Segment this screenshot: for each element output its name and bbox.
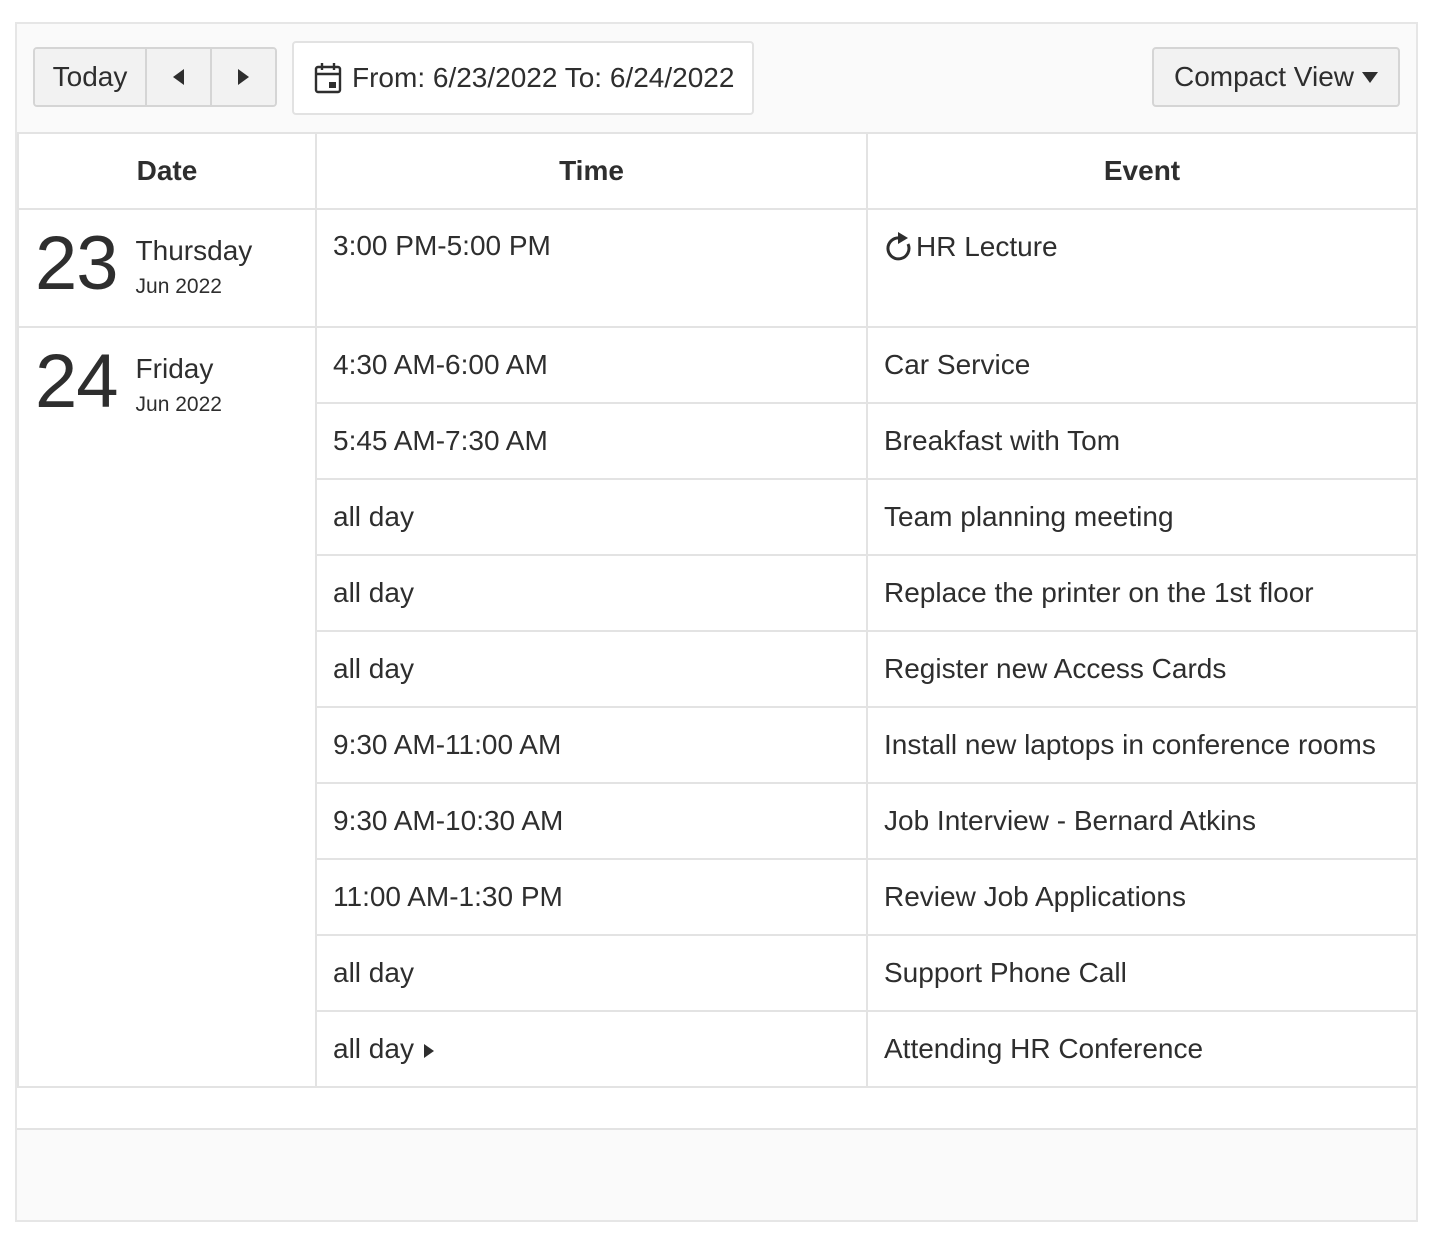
- event-time: 9:30 AM-10:30 AM: [315, 782, 868, 860]
- event-title-cell[interactable]: HR Lecture: [866, 208, 1418, 328]
- scheduler-footer-spacer: [17, 1088, 1416, 1130]
- event-time: all day: [315, 478, 868, 556]
- today-button[interactable]: Today: [35, 49, 145, 105]
- view-selector-dropdown[interactable]: Compact View: [1152, 47, 1400, 107]
- next-button[interactable]: [210, 49, 275, 105]
- navigation-button-group: Today: [33, 47, 277, 107]
- chevron-down-icon: [1362, 71, 1378, 83]
- event-time: 3:00 PM-5:00 PM: [315, 208, 868, 328]
- event-title[interactable]: Review Job Applications: [866, 858, 1418, 936]
- month-year: Jun 2022: [135, 393, 222, 416]
- table-row: 23 Thursday Jun 2022 3:00 PM-5:00 PM HR …: [17, 208, 1418, 328]
- date-range-picker[interactable]: From: 6/23/2022 To: 6/24/2022: [292, 41, 754, 115]
- day-name: Friday: [135, 353, 214, 384]
- day-number: 23: [35, 221, 119, 306]
- date-column-header: Date: [17, 132, 317, 210]
- event-time: all day: [333, 1033, 414, 1064]
- event-time: 9:30 AM-11:00 AM: [315, 706, 868, 784]
- recurrence-icon: [886, 232, 911, 261]
- event-title[interactable]: Breakfast with Tom: [866, 402, 1418, 480]
- date-cell-24: 24 Friday Jun 2022: [17, 326, 317, 1088]
- event-title[interactable]: Attending HR Conference: [866, 1010, 1418, 1088]
- scheduler: Today From: 6/23/2022 To: 6/24/2022 Comp…: [15, 22, 1418, 1222]
- event-title[interactable]: Job Interview - Bernard Atkins: [866, 782, 1418, 860]
- agenda-table: Date Time Event 23 Thursday Jun 2022 3:0…: [17, 132, 1418, 1088]
- month-year: Jun 2022: [135, 275, 222, 298]
- event-title: HR Lecture: [916, 231, 1058, 262]
- table-row: 24 Friday Jun 2022 4:30 AM-6:00 AM Car S…: [17, 326, 1418, 1088]
- event-title[interactable]: Car Service: [866, 326, 1418, 404]
- event-time: all day: [315, 630, 868, 708]
- event-title[interactable]: Register new Access Cards: [866, 630, 1418, 708]
- view-selector-label: Compact View: [1173, 61, 1354, 92]
- date-cell-23: 23 Thursday Jun 2022: [17, 208, 317, 328]
- time-column-header: Time: [315, 132, 868, 210]
- continues-arrow-icon: [423, 1043, 434, 1058]
- agenda-header-row: Date Time Event: [17, 132, 1418, 210]
- event-time: all day: [315, 554, 868, 632]
- event-time: all day: [315, 934, 868, 1012]
- next-arrow-icon: [238, 69, 249, 85]
- event-title[interactable]: Install new laptops in conference rooms: [866, 706, 1418, 784]
- previous-button[interactable]: [145, 49, 210, 105]
- event-time-cell: all day: [315, 1010, 868, 1088]
- event-time: 11:00 AM-1:30 PM: [315, 858, 868, 936]
- event-title[interactable]: Support Phone Call: [866, 934, 1418, 1012]
- day-name: Thursday: [135, 235, 253, 266]
- date-range-label: From: 6/23/2022 To: 6/24/2022: [352, 62, 735, 93]
- previous-arrow-icon: [173, 69, 184, 85]
- event-title[interactable]: Replace the printer on the 1st floor: [866, 554, 1418, 632]
- event-title[interactable]: Team planning meeting: [866, 478, 1418, 556]
- event-time: 4:30 AM-6:00 AM: [315, 326, 868, 404]
- day-number: 24: [35, 339, 119, 424]
- event-column-header: Event: [866, 132, 1418, 210]
- calendar-icon: [314, 63, 342, 94]
- event-time: 5:45 AM-7:30 AM: [315, 402, 868, 480]
- scheduler-toolbar: Today From: 6/23/2022 To: 6/24/2022 Comp…: [17, 24, 1416, 132]
